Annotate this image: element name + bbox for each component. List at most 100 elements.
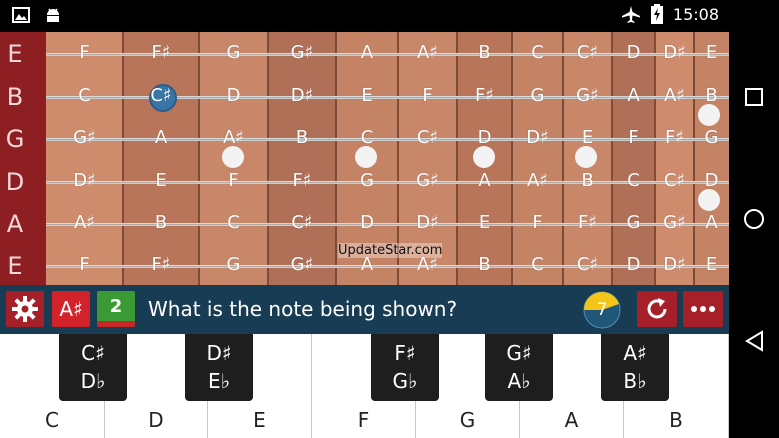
string-name: A <box>6 210 24 238</box>
fret-note[interactable]: F <box>206 171 262 191</box>
fret-note[interactable]: F <box>510 213 566 233</box>
black-key-sharp-label: C♯ <box>81 341 105 365</box>
white-key-label: F <box>357 408 370 432</box>
back-button[interactable] <box>741 328 767 354</box>
fret-note[interactable]: F <box>400 86 456 106</box>
fret-note[interactable]: F♯ <box>457 86 513 106</box>
fret-inlay-dot <box>222 146 244 168</box>
fret-note[interactable]: A <box>133 128 189 148</box>
fret-note[interactable]: D <box>684 171 730 191</box>
string-name: D <box>5 168 25 196</box>
fret-note[interactable]: D♯ <box>274 86 330 106</box>
fretboard[interactable]: E B G D A E F F♯ G G♯ A A♯ B C C♯ D D♯ E C C♯ D D♯ E F F♯ G G♯ A A♯ B… <box>0 32 729 285</box>
fret-note[interactable]: A <box>339 255 395 275</box>
string-name: G <box>5 125 25 153</box>
fret-note[interactable]: B <box>457 255 513 275</box>
fret-inlay-dot <box>698 189 720 211</box>
fret-space <box>512 32 563 285</box>
status-time: 15:08 <box>672 4 719 24</box>
home-button[interactable] <box>741 206 767 232</box>
black-key[interactable]: G♯ A♭ <box>485 334 553 401</box>
fret-note[interactable]: C <box>206 213 262 233</box>
fret-space <box>612 32 655 285</box>
fret-note[interactable]: G <box>206 43 262 63</box>
fret-note[interactable]: C <box>57 86 113 106</box>
more-options-button[interactable] <box>683 291 723 327</box>
back-triangle-icon <box>745 330 763 352</box>
fret-note[interactable]: G <box>206 255 262 275</box>
fret-note[interactable]: A <box>684 213 730 233</box>
fret-note[interactable]: E <box>684 255 730 275</box>
fret-wire <box>511 32 513 285</box>
black-key-sharp-label: G♯ <box>506 341 532 365</box>
fret-wire <box>456 32 458 285</box>
fret-note[interactable]: C♯ <box>133 86 189 106</box>
fret-note[interactable]: A <box>457 171 513 191</box>
fret-space <box>694 32 729 285</box>
fret-note[interactable]: E <box>133 171 189 191</box>
fret-space <box>268 32 336 285</box>
fret-inlay-dot <box>698 104 720 126</box>
fret-note[interactable]: E <box>684 43 730 63</box>
restart-button[interactable] <box>637 291 677 327</box>
fret-note[interactable]: G♯ <box>274 255 330 275</box>
fret-note[interactable]: D♯ <box>57 171 113 191</box>
fret-note[interactable]: F♯ <box>133 255 189 275</box>
black-key-flat-label: D♭ <box>80 369 106 393</box>
fret-note[interactable]: A♯ <box>510 171 566 191</box>
fret-note[interactable]: A♯ <box>57 213 113 233</box>
airplane-mode-icon <box>621 6 640 23</box>
black-key-flat-label: G♭ <box>392 369 418 393</box>
black-key[interactable]: F♯ G♭ <box>371 334 439 401</box>
level-button[interactable]: 2 <box>97 291 135 327</box>
string-name: E <box>7 252 23 280</box>
black-key[interactable]: C♯ D♭ <box>59 334 127 401</box>
fret-note[interactable]: G <box>510 86 566 106</box>
fret-note[interactable]: G♯ <box>274 43 330 63</box>
fret-space <box>46 32 123 285</box>
fret-note[interactable]: A♯ <box>206 128 262 148</box>
fret-note[interactable]: E <box>339 86 395 106</box>
fret-note[interactable]: D <box>206 86 262 106</box>
fret-note[interactable]: G♯ <box>400 171 456 191</box>
fret-note[interactable]: C <box>510 43 566 63</box>
fret-note[interactable]: F <box>57 43 113 63</box>
fret-space <box>123 32 199 285</box>
fret-note[interactable]: D <box>339 213 395 233</box>
battery-charging-icon <box>650 4 663 24</box>
fret-wire <box>654 32 656 285</box>
fret-note[interactable]: F♯ <box>274 171 330 191</box>
fret-note[interactable]: B <box>133 213 189 233</box>
fret-note[interactable]: B <box>684 86 730 106</box>
fret-note[interactable]: C♯ <box>274 213 330 233</box>
more-dots-icon <box>691 306 715 312</box>
fret-note[interactable]: E <box>457 213 513 233</box>
refresh-icon <box>647 298 667 319</box>
fret-note[interactable]: D♯ <box>400 213 456 233</box>
fret-note[interactable]: D <box>457 128 513 148</box>
fret-note[interactable]: D♯ <box>510 128 566 148</box>
white-key-label: C <box>45 408 59 432</box>
fret-note[interactable]: B <box>274 128 330 148</box>
fret-note[interactable]: F♯ <box>133 43 189 63</box>
fret-note[interactable]: G <box>339 171 395 191</box>
fret-note[interactable]: A♯ <box>400 43 456 63</box>
fret-note[interactable]: C <box>339 128 395 148</box>
recents-button[interactable] <box>741 84 767 110</box>
accidental-toggle-button[interactable]: A♯ <box>52 291 90 327</box>
fret-note[interactable]: G♯ <box>57 128 113 148</box>
fret-note[interactable]: B <box>457 43 513 63</box>
black-key-sharp-label: A♯ <box>623 341 647 365</box>
fret-note[interactable]: F <box>57 255 113 275</box>
fret-note[interactable]: A <box>339 43 395 63</box>
fret-note[interactable]: A♯ <box>400 255 456 275</box>
fret-note[interactable]: G <box>684 128 730 148</box>
white-key-label: A <box>564 408 579 432</box>
settings-button[interactable] <box>6 291 44 327</box>
fret-note[interactable]: C♯ <box>400 128 456 148</box>
fret-wire <box>335 32 337 285</box>
fret-note[interactable]: C <box>510 255 566 275</box>
black-key[interactable]: A♯ B♭ <box>601 334 669 401</box>
black-key-flat-label: E♭ <box>207 369 231 393</box>
black-key[interactable]: D♯ E♭ <box>185 334 253 401</box>
